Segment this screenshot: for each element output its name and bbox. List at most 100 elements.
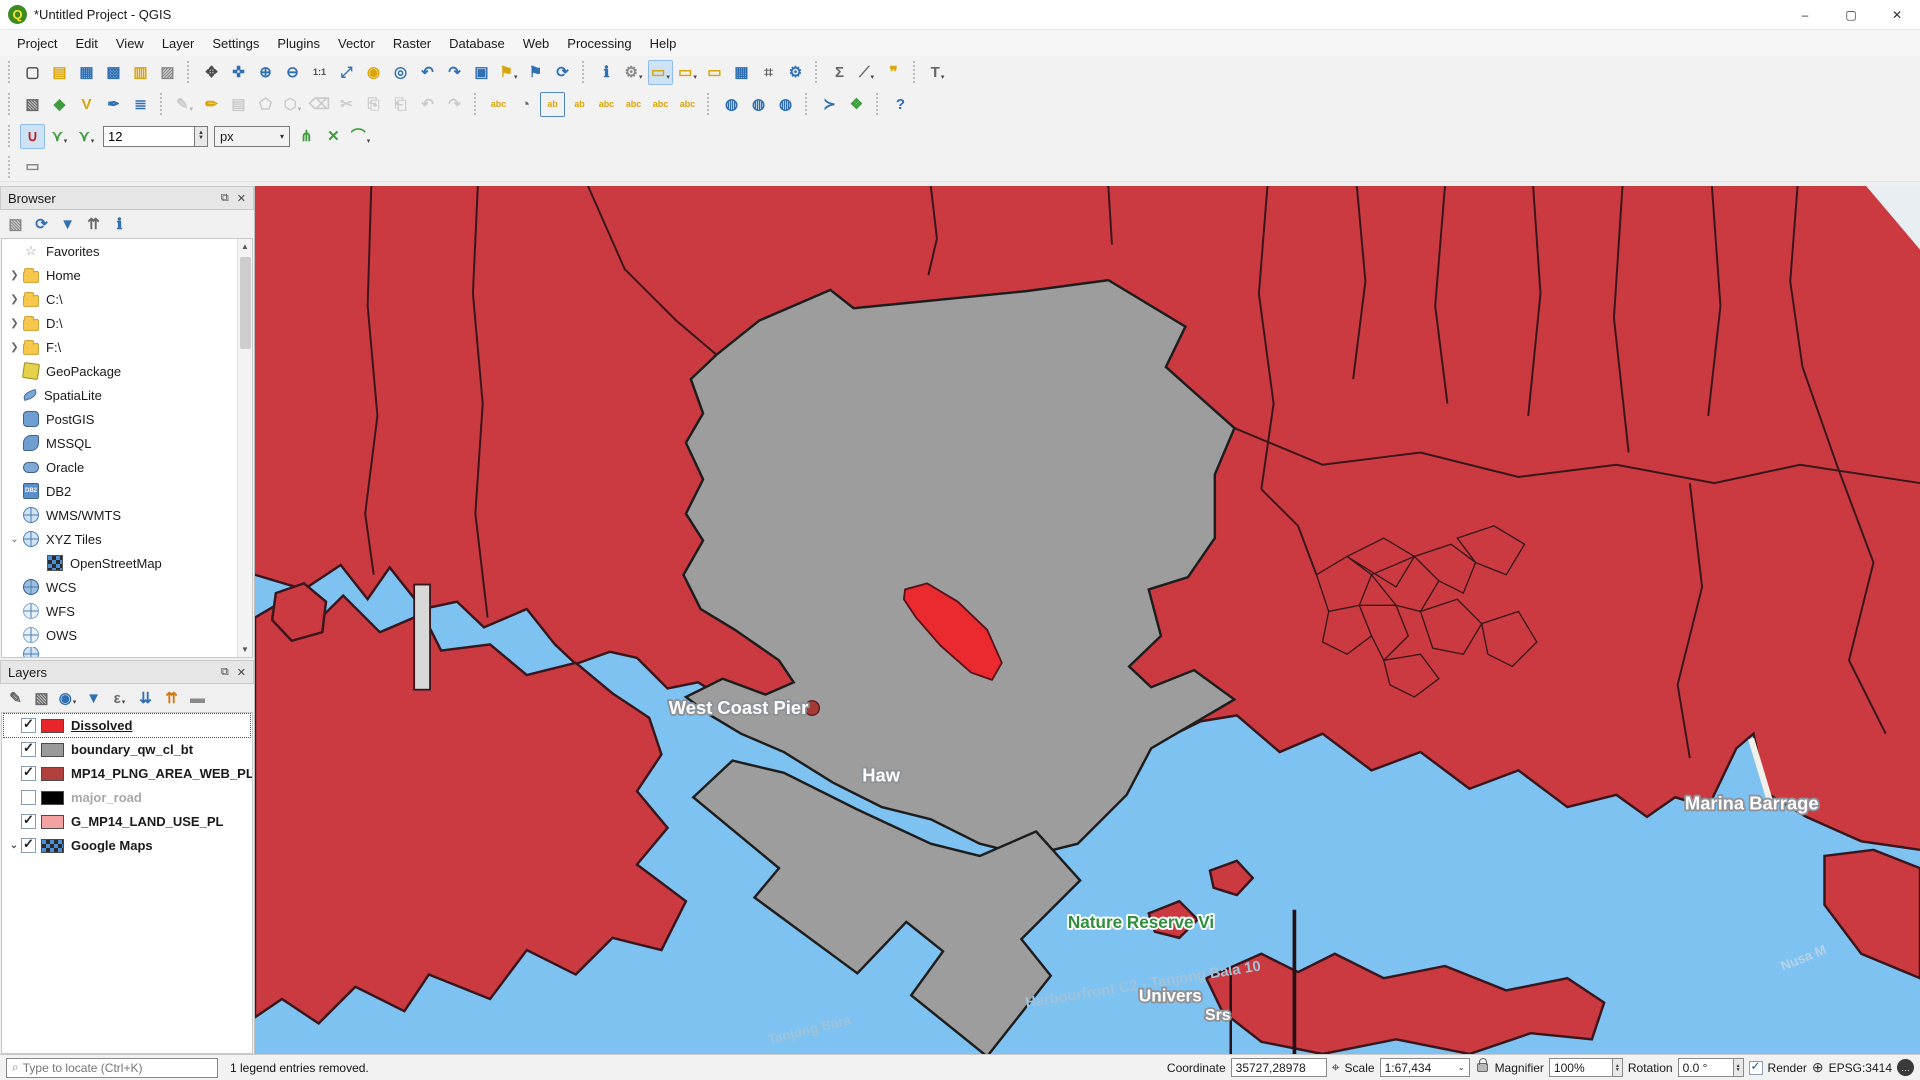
extents-toggle-icon[interactable]: ⌖ (1332, 1059, 1340, 1076)
zoom-to-layer-button[interactable]: ◎ (388, 60, 413, 85)
layer-visibility-checkbox[interactable] (21, 838, 36, 853)
enable-snapping-button[interactable]: ∪ (20, 124, 45, 149)
browser-item-geopackage[interactable]: GeoPackage (2, 359, 252, 383)
panel-float-icon[interactable]: ⧉ (221, 192, 229, 205)
refresh-map-button[interactable]: ⟳ (550, 60, 575, 85)
browser-item-postgis[interactable]: PostGIS (2, 407, 252, 431)
change-label-button[interactable]: abc (675, 92, 700, 117)
scroll-down-icon[interactable]: ▼ (238, 642, 253, 657)
select-features-by-value-button[interactable]: ▭▾ (675, 60, 700, 85)
snapping-type-button[interactable]: ⋎▾ (74, 124, 99, 149)
coordinate-input[interactable]: 35727,28978 (1231, 1058, 1327, 1077)
expander-icon[interactable]: ❯ (6, 270, 23, 281)
panel-float-icon[interactable]: ⧉ (221, 666, 229, 679)
layer-visibility-checkbox[interactable] (21, 742, 36, 757)
zoom-to-selection-button[interactable]: ◉ (361, 60, 386, 85)
spinner-arrows-icon[interactable]: ▲▼ (1734, 1058, 1744, 1077)
expander-icon[interactable]: ❯ (6, 342, 23, 353)
browser-collapse-all-button[interactable]: ⇈ (82, 213, 105, 236)
menu-edit[interactable]: Edit (66, 33, 106, 54)
snapping-tolerance-input[interactable] (103, 126, 195, 147)
new-spatial-bookmark-button[interactable]: ⚑ (523, 60, 548, 85)
locator-input[interactable] (23, 1061, 212, 1075)
browser-item-c[interactable]: ❯C:\ (2, 287, 252, 311)
zoom-last-button[interactable]: ↶ (415, 60, 440, 85)
new-map-view-button[interactable]: ▣ (469, 60, 494, 85)
save-project-button[interactable]: ▦ (74, 60, 99, 85)
zoom-full-button[interactable]: ⤢ (334, 60, 359, 85)
browser-item-spatialite[interactable]: SpatiaLite (2, 383, 252, 407)
select-features-button[interactable]: ▭▾ (648, 60, 673, 85)
measure-line-button[interactable]: ⟋▾ (854, 60, 879, 85)
pin-unpin-labels-button[interactable]: ab (540, 92, 565, 117)
browser-item-wms-wmts[interactable]: WMS/WMTS (2, 503, 252, 527)
panel-close-icon[interactable]: ✕ (237, 666, 246, 679)
open-data-source-manager-button[interactable]: ▧ (20, 92, 45, 117)
magnifier-spinner[interactable]: 100% ▲▼ (1549, 1058, 1623, 1077)
current-edits-button[interactable]: ✎▾ (172, 92, 197, 117)
menu-help[interactable]: Help (641, 33, 686, 54)
panel-close-icon[interactable]: ✕ (237, 192, 246, 205)
layer-labeling-options-button[interactable]: abc (486, 92, 511, 117)
metasearch-zoom-button[interactable]: ◍ (746, 92, 771, 117)
layer-visibility-checkbox[interactable] (21, 718, 36, 733)
menu-project[interactable]: Project (8, 33, 66, 54)
browser-scrollbar[interactable]: ▲ ▼ (237, 239, 252, 657)
browser-item-favorites[interactable]: ☆Favorites (2, 239, 252, 263)
scrollbar-thumb[interactable] (240, 257, 251, 349)
menu-raster[interactable]: Raster (384, 33, 440, 54)
browser-item-db2[interactable]: DB2DB2 (2, 479, 252, 503)
layer-visibility-checkbox[interactable] (21, 766, 36, 781)
modify-annotations-button[interactable]: ▭ (20, 154, 45, 179)
processing-toolbox-button[interactable]: ⚙ (783, 60, 808, 85)
layer-row-boundary-qw-cl-bt[interactable]: boundary_qw_cl_bt (4, 738, 250, 761)
snapping-on-intersection-button[interactable]: ✕ (321, 124, 346, 149)
delete-selected-button[interactable]: ⌫ (307, 92, 332, 117)
redo-button[interactable]: ↷ (442, 92, 467, 117)
browser-item-wcs[interactable]: WCS (2, 575, 252, 599)
map-canvas[interactable]: West Coast PierHawMarina BarrageNature R… (255, 186, 1920, 1054)
topological-editing-button[interactable]: ⋔ (294, 124, 319, 149)
locator-box[interactable]: ⌕ (6, 1058, 218, 1078)
layer-visibility-checkbox[interactable] (21, 814, 36, 829)
menu-plugins[interactable]: Plugins (268, 33, 329, 54)
show-hidden-labels-button[interactable]: abc (594, 92, 619, 117)
move-label-button[interactable]: abc (621, 92, 646, 117)
python-console-button[interactable]: ≻ (817, 92, 842, 117)
browser-item-oracle[interactable]: Oracle (2, 455, 252, 479)
render-checkbox[interactable] (1749, 1061, 1763, 1075)
browser-item-wfs[interactable]: WFS (2, 599, 252, 623)
layer-row-mp14-plng-area-web-pl[interactable]: MP14_PLNG_AREA_WEB_PL (4, 762, 250, 785)
save-project-as-button[interactable]: ▩ (101, 60, 126, 85)
paste-features-button[interactable]: ⎗ (388, 92, 413, 117)
toggle-editing-button[interactable]: ✏ (199, 92, 224, 117)
new-shapefile-layer-button[interactable]: V (74, 92, 99, 117)
show-layout-manager-button[interactable]: ▨ (155, 60, 180, 85)
layer-row-major-road[interactable]: major_road (4, 786, 250, 809)
expander-icon[interactable]: ⌄ (6, 534, 23, 545)
snapping-mode-button[interactable]: ⋎▾ (47, 124, 72, 149)
remove-layer-button[interactable]: ▬ (186, 687, 209, 710)
spinner-arrows-icon[interactable]: ▲▼ (195, 126, 208, 147)
layer-visibility-checkbox[interactable] (21, 790, 36, 805)
messages-icon[interactable]: … (1897, 1059, 1914, 1076)
undo-button[interactable]: ↶ (415, 92, 440, 117)
menu-processing[interactable]: Processing (558, 33, 640, 54)
browser-item-d[interactable]: ❯D:\ (2, 311, 252, 335)
browser-item-xyz-tiles[interactable]: ⌄XYZ Tiles (2, 527, 252, 551)
copy-features-button[interactable]: ⎘ (361, 92, 386, 117)
snapping-tolerance-spinner[interactable]: ▲▼ (103, 126, 208, 147)
browser-properties-button[interactable]: ℹ (108, 213, 131, 236)
rotate-label-button[interactable]: abc (648, 92, 673, 117)
save-layer-edits-button[interactable]: ▤ (226, 92, 251, 117)
text-annotation-button[interactable]: T▾ (925, 60, 950, 85)
manage-map-themes-button[interactable]: ◉▾ (56, 687, 79, 710)
scroll-up-icon[interactable]: ▲ (238, 239, 253, 254)
browser-item[interactable] (2, 647, 252, 658)
new-print-layout-button[interactable]: ▥ (128, 60, 153, 85)
zoom-in-button[interactable]: ⊕ (253, 60, 278, 85)
open-layer-styling-button[interactable]: ✎ (4, 687, 27, 710)
spinner-arrows-icon[interactable]: ▲▼ (1613, 1058, 1623, 1077)
layers-collapse-all-button[interactable]: ⇈ (160, 687, 183, 710)
layer-row-dissolved[interactable]: Dissolved (4, 714, 250, 737)
